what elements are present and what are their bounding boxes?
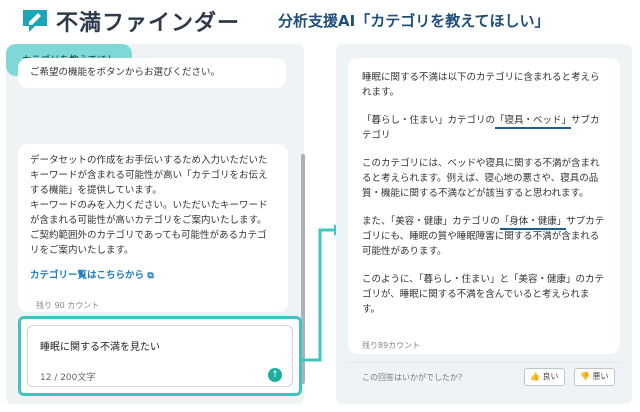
page-title: 分析支援AI「カテゴリを教えてほしい」	[278, 12, 550, 30]
answer-line: ご契約範囲外のカテゴリであっても可能性があるカテゴ	[30, 230, 267, 241]
answer-line: キーワードが含まれる可能性が高い「カテゴリをお伝え	[30, 170, 268, 181]
char-counter: 12 / 200文字	[40, 373, 96, 383]
subcategory-highlight: 「身体・健康」	[499, 216, 567, 230]
answer-line: キーワードのみを入力ください。いただいたキーワード	[30, 200, 268, 211]
message-input[interactable]: 睡眠に関する不満を見たい 12 / 200文字 ↑	[27, 325, 293, 387]
assistant-answer-message: データセットの作成をお手伝いするため入力いただいた キーワードが含まれる可能性が…	[18, 144, 288, 312]
feedback-row: この回答はいかがでしたか？ 👍 良い 👎 悪い	[348, 362, 620, 391]
category-list-link-label: カテゴリー覧はこちらから	[30, 270, 145, 281]
answer-line: データセットの作成をお手伝いするため入力いただいた	[30, 155, 268, 166]
remaining-count: 残り 90 カウント	[36, 301, 100, 310]
remaining-count: 残り89カウント	[362, 341, 421, 350]
response-text: また、「美容・健康」カテゴリの	[362, 216, 500, 227]
answer-line: する機能」を提供しています。	[30, 185, 162, 196]
message-input-highlight: 睡眠に関する不満を見たい 12 / 200文字 ↑	[18, 316, 302, 396]
category-list-link[interactable]: カテゴリー覧はこちらから ⧉	[30, 268, 154, 284]
response-paragraph: このように、「暮らし・住まい」と「美容・健康」のカテゴリが、睡眠に関する不満を含…	[362, 274, 604, 315]
response-paragraph: また、「美容・健康」カテゴリの「身体・健康」サブカテゴリにも、睡眠の質や睡眠障害…	[362, 214, 606, 259]
answer-line: が含まれる可能性が高いカテゴリをご案内いたします。	[30, 215, 267, 226]
app-header: 不満ファインダー 分析支援AI「カテゴリを教えてほしい」	[0, 0, 640, 44]
bad-button[interactable]: 👎 悪い	[574, 368, 615, 386]
arrow-up-icon: ↑	[271, 370, 279, 380]
brand-name: 不満ファインダー	[56, 11, 241, 36]
assistant-prompt-message: ご希望の機能をボタンからお選びください。	[18, 58, 286, 88]
response-paragraph: このカテゴリには、ベッドや寝具に関する不満が含まれると考えられます。例えば、寝心…	[362, 158, 600, 199]
feedback-question: この回答はいかがでしたか？	[362, 373, 466, 382]
good-button-label: 良い	[542, 372, 559, 381]
thumbs-down-icon: 👎	[580, 372, 590, 381]
response-panel: 睡眠に関する不満は以下のカテゴリに含まれると考えられます。 「暮らし・住まい」カ…	[336, 44, 632, 404]
answer-line: リをご案内いたします。	[30, 245, 134, 256]
response-paragraph: 睡眠に関する不満は以下のカテゴリに含まれると考えられます。	[362, 72, 600, 98]
assistant-response-message: 睡眠に関する不満は以下のカテゴリに含まれると考えられます。 「暮らし・住まい」カ…	[348, 58, 620, 354]
subcategory-highlight: 「寝具・ベッド」	[495, 115, 572, 129]
logo-icon	[23, 10, 47, 32]
thumbs-up-icon: 👍	[530, 372, 540, 381]
bad-button-label: 悪い	[592, 372, 609, 381]
send-button[interactable]: ↑	[268, 368, 282, 382]
message-input-value: 睡眠に関する不満を見たい	[40, 342, 160, 353]
external-link-icon: ⧉	[147, 271, 154, 281]
response-paragraph: 「暮らし・住まい」カテゴリの「寝具・ベッド」サブカテゴリ	[362, 113, 606, 143]
good-button[interactable]: 👍 良い	[524, 368, 565, 386]
response-text: 「暮らし・住まい」カテゴリの	[362, 115, 496, 126]
